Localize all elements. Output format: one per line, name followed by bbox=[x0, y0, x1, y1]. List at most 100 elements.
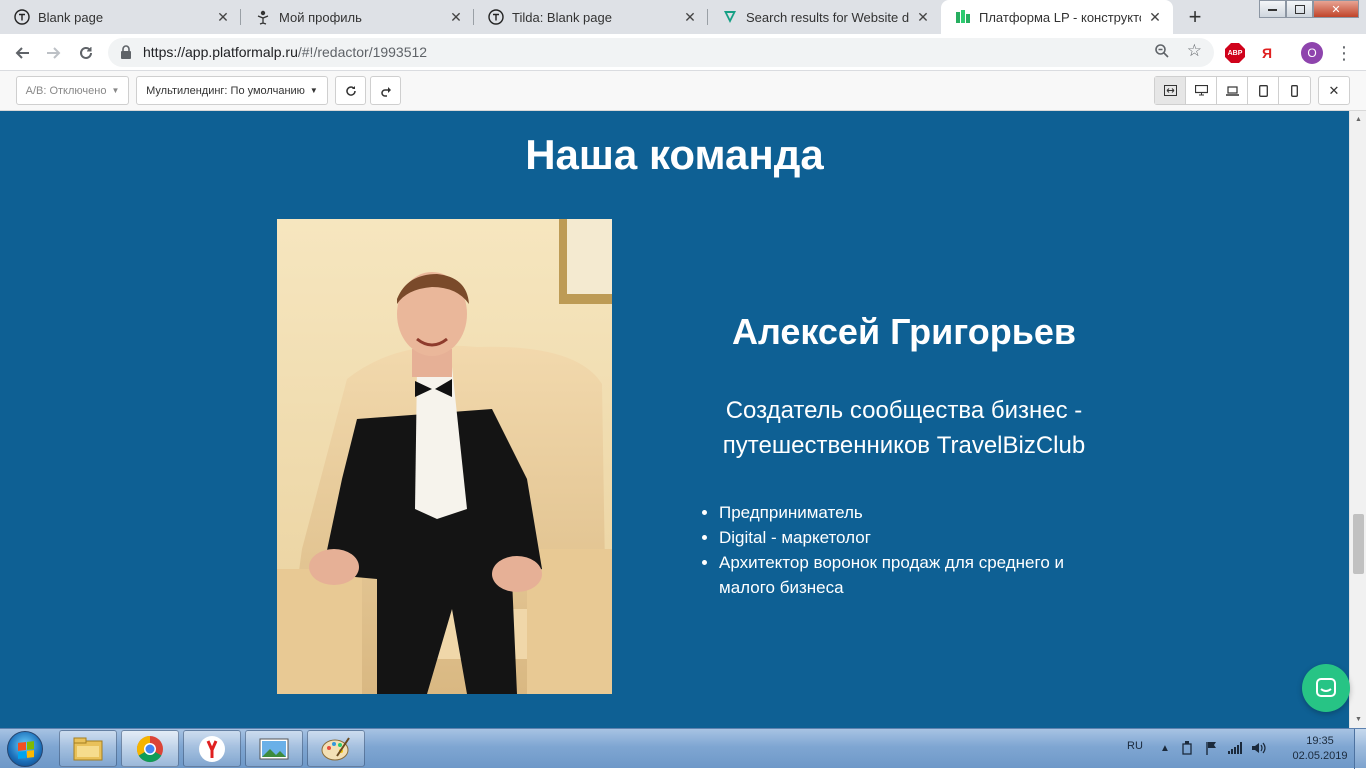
tablet-view-button[interactable] bbox=[1248, 77, 1279, 104]
maximize-button[interactable] bbox=[1286, 0, 1313, 18]
url-text: https://app.platformalp.ru/#!/redactor/1… bbox=[143, 44, 427, 60]
close-icon[interactable]: ✕ bbox=[215, 9, 231, 25]
chat-widget-button[interactable] bbox=[1302, 664, 1350, 712]
laptop-view-button[interactable] bbox=[1217, 77, 1248, 104]
taskbar-yandex-button[interactable] bbox=[183, 730, 241, 767]
action-center-flag-icon[interactable] bbox=[1204, 741, 1218, 755]
close-icon[interactable]: ✕ bbox=[448, 9, 464, 25]
chat-icon bbox=[1316, 678, 1336, 697]
multilanding-dropdown[interactable]: Мультилендинг: По умолчанию ▼ bbox=[136, 76, 328, 105]
browser-tab-active[interactable]: Платформа LP - конструктор д ✕ bbox=[941, 0, 1173, 34]
tab-title: Платформа LP - конструктор д bbox=[979, 9, 1141, 25]
desktop-view-button[interactable] bbox=[1186, 77, 1217, 104]
profile-avatar[interactable]: O bbox=[1301, 42, 1323, 64]
close-icon[interactable]: ✕ bbox=[1147, 9, 1163, 25]
usb-device-icon[interactable] bbox=[1180, 741, 1194, 755]
window-close-button[interactable]: ✕ bbox=[1313, 0, 1359, 18]
scrollbar-thumb[interactable] bbox=[1353, 514, 1364, 574]
scroll-down-icon[interactable]: ▼ bbox=[1350, 711, 1366, 728]
mobile-icon bbox=[1291, 84, 1298, 97]
browser-tab[interactable]: Мой профиль ✕ bbox=[241, 0, 474, 34]
refresh-icon bbox=[345, 85, 356, 96]
device-preview-group bbox=[1154, 76, 1311, 105]
yandex-icon[interactable]: Я bbox=[1257, 43, 1277, 63]
editor-toolbar: А/В: Отключено ▼ Мультилендинг: По умолча… bbox=[0, 71, 1366, 111]
windows-taskbar: RU ▲ 19:35 02.05.2019 bbox=[0, 728, 1366, 769]
show-desktop-button[interactable] bbox=[1354, 729, 1366, 769]
browser-tab-strip: Blank page ✕ Мой профиль ✕ Tilda: Blank … bbox=[0, 0, 1366, 34]
taskbar-chrome-button[interactable] bbox=[121, 730, 179, 767]
yandex-browser-icon bbox=[199, 735, 225, 762]
start-button[interactable] bbox=[7, 731, 43, 767]
member-facts-list: Предприниматель Digital - маркетолог Арх… bbox=[719, 500, 1099, 600]
browser-tab[interactable]: Search results for Website desig ✕ bbox=[708, 0, 941, 34]
close-icon: ✕ bbox=[1328, 82, 1340, 98]
address-bar[interactable]: https://app.platformalp.ru/#!/redactor/1… bbox=[108, 38, 1214, 67]
member-name: Алексей Григорьев bbox=[731, 311, 1077, 352]
close-icon[interactable]: ✕ bbox=[682, 9, 698, 25]
profile-initial: O bbox=[1307, 46, 1317, 60]
refresh-button[interactable] bbox=[335, 76, 366, 105]
clock-time: 19:35 bbox=[1306, 735, 1334, 747]
redo-icon bbox=[380, 86, 391, 97]
tab-title: Tilda: Blank page bbox=[512, 9, 612, 25]
new-tab-button[interactable]: + bbox=[1181, 4, 1209, 30]
tilda-icon bbox=[488, 9, 504, 25]
expand-width-icon bbox=[1163, 85, 1177, 96]
system-clock[interactable]: 19:35 02.05.2019 bbox=[1290, 734, 1350, 764]
team-member-photo[interactable] bbox=[277, 219, 612, 694]
url-path: /#!/redactor/1993512 bbox=[297, 44, 428, 60]
tilda-icon bbox=[14, 9, 30, 25]
network-signal-icon[interactable] bbox=[1228, 741, 1242, 755]
lock-icon bbox=[120, 45, 134, 59]
figure-icon bbox=[255, 9, 271, 25]
taskbar-photos-button[interactable] bbox=[245, 730, 303, 767]
reload-button[interactable] bbox=[74, 41, 98, 65]
page-canvas: Наша команда Алексей Григорьев Создатель… bbox=[0, 111, 1349, 728]
fullwidth-view-button[interactable] bbox=[1155, 77, 1186, 104]
desktop-icon bbox=[1194, 85, 1208, 96]
member-role: Создатель сообщества бизнес - путешестве… bbox=[722, 397, 1086, 459]
language-indicator[interactable]: RU bbox=[1127, 740, 1143, 752]
caret-down-icon: ▼ bbox=[111, 86, 120, 95]
windows-logo-icon bbox=[18, 741, 34, 759]
close-icon[interactable]: ✕ bbox=[915, 9, 931, 25]
browser-tab[interactable]: Blank page ✕ bbox=[0, 0, 241, 34]
minimize-button[interactable] bbox=[1259, 0, 1286, 18]
multilanding-label: Мультилендинг: По умолчанию bbox=[146, 84, 305, 97]
taskbar-explorer-button[interactable] bbox=[59, 730, 117, 767]
adblock-icon[interactable]: ABP bbox=[1225, 43, 1245, 63]
platformalp-icon bbox=[955, 9, 971, 25]
clock-date: 02.05.2019 bbox=[1292, 750, 1348, 762]
zoom-icon[interactable] bbox=[1154, 43, 1170, 64]
photo-viewer-icon bbox=[259, 738, 289, 759]
mobile-view-button[interactable] bbox=[1279, 77, 1310, 104]
ab-test-dropdown[interactable]: А/В: Отключено ▼ bbox=[16, 76, 129, 105]
browser-menu-icon[interactable]: ⋮ bbox=[1334, 43, 1354, 63]
forward-button[interactable] bbox=[42, 41, 66, 65]
volume-icon[interactable] bbox=[1252, 741, 1266, 755]
browser-toolbar: https://app.platformalp.ru/#!/redactor/1… bbox=[0, 34, 1366, 71]
page-scrollbar[interactable]: ▲ ▼ bbox=[1349, 111, 1366, 728]
yandex-label: Я bbox=[1261, 45, 1273, 61]
caret-down-icon: ▼ bbox=[309, 86, 318, 95]
ab-test-label: А/В: Отключено bbox=[25, 84, 107, 97]
open-external-button[interactable] bbox=[370, 76, 401, 105]
close-editor-button[interactable]: ✕ bbox=[1318, 76, 1350, 105]
url-host: https://app.platformalp.ru bbox=[143, 44, 298, 60]
tab-title: Мой профиль bbox=[279, 9, 362, 25]
list-item: Digital - маркетолог bbox=[719, 525, 1099, 550]
tab-title: Search results for Website desig bbox=[746, 9, 909, 25]
tablet-icon bbox=[1258, 84, 1268, 97]
section-title: Наша команда bbox=[525, 131, 824, 178]
taskbar-paint-button[interactable] bbox=[307, 730, 365, 767]
laptop-icon bbox=[1225, 85, 1239, 96]
show-hidden-icons-icon[interactable]: ▲ bbox=[1158, 741, 1172, 755]
browser-tab[interactable]: Tilda: Blank page ✕ bbox=[474, 0, 708, 34]
scroll-up-icon[interactable]: ▲ bbox=[1350, 111, 1366, 128]
bookmark-star-icon[interactable]: ☆ bbox=[1187, 41, 1202, 61]
back-button[interactable] bbox=[10, 41, 34, 65]
paint-palette-icon bbox=[321, 736, 350, 760]
folder-icon bbox=[73, 737, 103, 760]
list-item: Предприниматель bbox=[719, 500, 1099, 525]
